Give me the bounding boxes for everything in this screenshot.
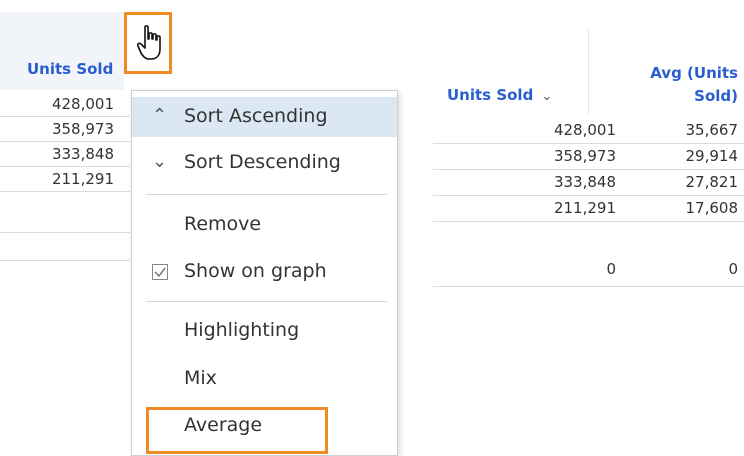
menu-item-sort-ascending[interactable]: ⌃ Sort Ascending	[132, 97, 397, 137]
avg-header-line2: Sold)	[694, 87, 738, 105]
units-sold-header-label: Units Sold	[447, 86, 534, 104]
avg-units-sold-header[interactable]: Avg (Units Sold)	[600, 62, 738, 108]
table-row: 211,291 17,608	[433, 196, 744, 222]
cell-units: 358,973	[51, 120, 114, 138]
left-units-sold-header[interactable]: Units Sold	[27, 60, 113, 78]
cell-avg: 17,608	[685, 199, 739, 217]
cell-units: 333,848	[51, 145, 114, 163]
cell-units: 428,001	[553, 121, 616, 139]
menu-item-label: Sort Descending	[184, 151, 341, 173]
table-row: 428,001	[0, 92, 130, 117]
menu-item-label: Sort Ascending	[184, 105, 328, 127]
menu-item-remove[interactable]: Remove	[132, 205, 397, 245]
chevron-up-icon: ⌃	[152, 105, 168, 126]
chevron-down-icon: ⌄	[152, 151, 168, 172]
cell-avg: 27,821	[685, 173, 739, 191]
cell-units: 211,291	[553, 199, 616, 217]
cell-avg: 0	[728, 260, 738, 278]
checkbox[interactable]	[152, 264, 168, 280]
column-divider	[588, 28, 589, 114]
table-row: 333,848	[0, 142, 130, 167]
table-row: 333,848 27,821	[433, 170, 744, 196]
chevron-down-icon[interactable]: ⌄	[541, 89, 552, 104]
table-row: 358,973	[0, 117, 130, 142]
menu-item-show-on-graph[interactable]: Show on graph	[132, 252, 397, 292]
menu-item-mix[interactable]: Mix	[132, 359, 397, 399]
menu-item-label: Show on graph	[184, 260, 327, 282]
menu-item-label: Highlighting	[184, 319, 300, 341]
menu-item-label: Remove	[184, 213, 262, 235]
menu-item-sort-descending[interactable]: ⌄ Sort Descending	[132, 143, 397, 183]
table-row	[0, 192, 130, 233]
cell-avg: 35,667	[685, 121, 739, 139]
divider	[0, 260, 130, 261]
table-row: 211,291	[0, 167, 130, 192]
cell-units: 211,291	[51, 170, 114, 188]
menu-item-label: Mix	[184, 367, 217, 389]
column-context-menu: ⌃ Sort Ascending ⌄ Sort Descending Remov…	[131, 90, 398, 456]
menu-item-highlighting[interactable]: Highlighting	[132, 311, 397, 351]
hand-cursor-icon	[137, 25, 161, 60]
cell-units: 333,848	[553, 173, 616, 191]
table-row: 358,973 29,914	[433, 144, 744, 170]
menu-separator	[146, 194, 387, 195]
check-icon	[154, 267, 166, 278]
cell-units: 428,001	[51, 95, 114, 113]
cell-units: 358,973	[553, 147, 616, 165]
average-highlight	[146, 407, 328, 454]
units-sold-header[interactable]: Units Sold ⌄	[447, 86, 552, 104]
avg-header-line1: Avg (Units	[650, 64, 738, 82]
cell-units: 0	[606, 260, 616, 278]
left-table-header	[0, 12, 124, 90]
table-row: 0 0	[433, 222, 744, 287]
cell-avg: 29,914	[685, 147, 739, 165]
table-row: 428,001 35,667	[433, 118, 744, 144]
menu-separator	[146, 301, 387, 302]
cursor-highlight	[124, 12, 172, 74]
